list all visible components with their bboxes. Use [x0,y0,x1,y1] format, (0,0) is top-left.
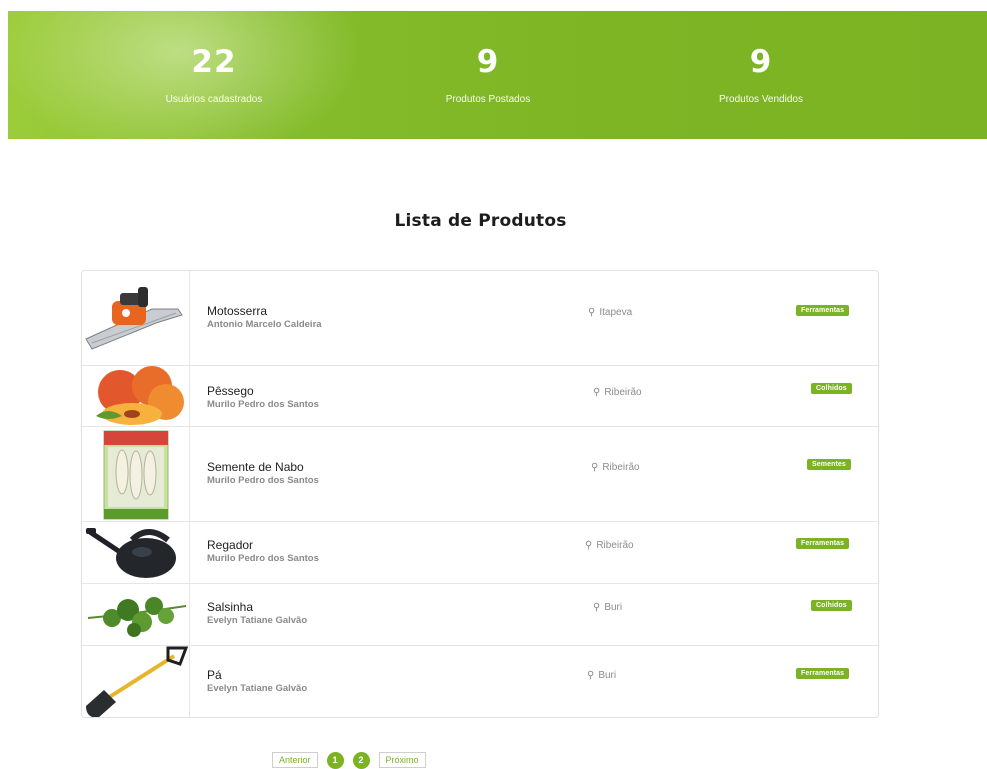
watering-can-image[interactable] [82,522,190,583]
product-row[interactable]: Pêssego Murilo Pedro dos Santos ⚲ Ribeirã… [82,366,878,427]
product-seller: Murilo Pedro dos Santos [207,399,319,410]
category-badge[interactable]: Ferramentas [796,305,850,316]
stat-posted-products: 9 Produtos Postados [378,45,598,105]
seed-packet-image[interactable] [82,427,190,521]
product-location: ⚲ Ribeirão [591,462,640,473]
parsley-image[interactable] [82,584,190,645]
product-name[interactable]: Regador [207,538,253,552]
location-text: Ribeirão [604,387,642,398]
category-badge[interactable]: Sementes [807,459,851,470]
product-seller: Evelyn Tatiane Galvão [207,615,308,626]
product-row[interactable]: Regador Murilo Pedro dos Santos ⚲ Ribeirã… [82,522,878,584]
stat-value: 9 [749,44,773,80]
product-location: ⚲ Buri [587,670,616,681]
location-pin-icon: ⚲ [587,670,595,681]
product-name[interactable]: Motosserra [207,304,267,318]
location-pin-icon: ⚲ [588,307,596,318]
stats-banner: 22 Usuários cadastrados 9 Produtos Posta… [8,11,987,139]
product-seller: Murilo Pedro dos Santos [207,553,319,564]
product-location: ⚲ Ribeirão [585,540,634,551]
peach-image[interactable] [82,366,190,426]
product-location: ⚲ Ribeirão [593,387,642,398]
product-row[interactable]: Pá Evelyn Tatiane Galvão ⚲ Buri Ferrament… [82,646,878,717]
location-text: Ribeirão [602,462,640,473]
location-text: Ribeirão [596,540,634,551]
stat-value: 9 [476,44,500,80]
product-location: ⚲ Buri [593,602,622,613]
location-text: Itapeva [599,307,633,318]
stat-registered-users: 22 Usuários cadastrados [104,45,324,105]
category-badge[interactable]: Colhidos [811,600,852,611]
product-name[interactable]: Pá [207,668,222,682]
product-name[interactable]: Salsinha [207,600,253,614]
category-badge[interactable]: Ferramentas [796,538,850,549]
stat-label: Produtos Vendidos [719,94,803,105]
category-badge[interactable]: Ferramentas [796,668,850,679]
stat-label: Produtos Postados [445,94,531,105]
stat-label: Usuários cadastrados [165,94,263,105]
product-seller: Evelyn Tatiane Galvão [207,683,308,694]
product-name[interactable]: Semente de Nabo [207,460,304,474]
location-pin-icon: ⚲ [591,462,599,473]
shovel-image[interactable] [82,646,190,717]
chainsaw-image[interactable] [82,271,190,365]
location-pin-icon: ⚲ [585,540,593,551]
location-pin-icon: ⚲ [593,387,601,398]
location-text: Buri [598,670,617,681]
product-list: Motosserra Antonio Marcelo Caldeira ⚲ Ita… [81,270,879,718]
stat-sold-products: 9 Produtos Vendidos [651,45,871,105]
product-row[interactable]: Motosserra Antonio Marcelo Caldeira ⚲ Ita… [82,271,878,366]
section-title: Lista de Produtos [394,211,567,231]
product-seller: Murilo Pedro dos Santos [207,475,319,486]
location-text: Buri [604,602,623,613]
category-badge[interactable]: Colhidos [811,383,852,394]
location-pin-icon: ⚲ [593,602,601,613]
product-name[interactable]: Pêssego [207,384,254,398]
product-row[interactable]: Semente de Nabo Murilo Pedro dos Santos … [82,427,878,522]
stat-value: 22 [191,44,237,80]
product-location: ⚲ Itapeva [588,307,632,318]
product-seller: Antonio Marcelo Caldeira [207,319,322,330]
product-row[interactable]: Salsinha Evelyn Tatiane Galvão ⚲ Buri Col… [82,584,878,646]
